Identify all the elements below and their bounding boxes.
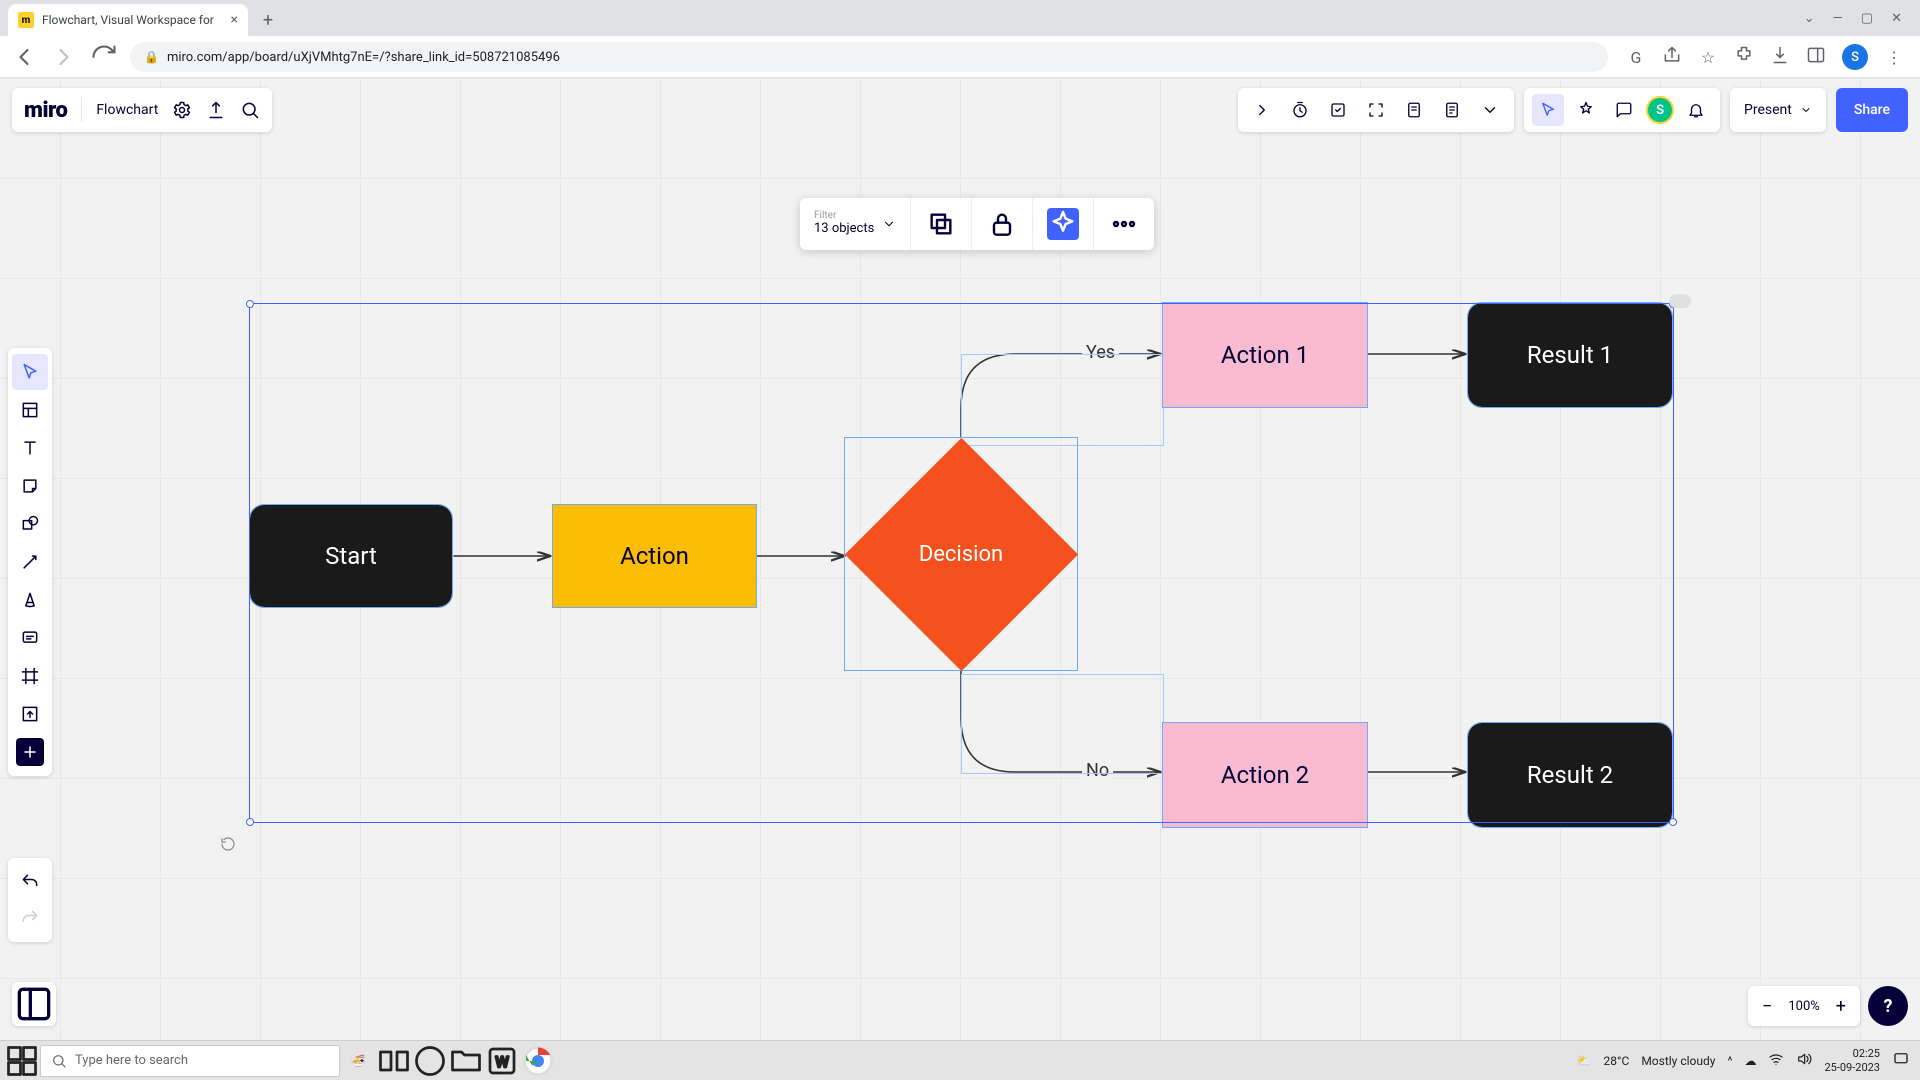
maximize-icon[interactable]: ▢ xyxy=(1861,11,1873,26)
close-window-icon[interactable]: ✕ xyxy=(1891,11,1902,26)
lock-icon: 🔒 xyxy=(144,50,159,64)
selection-handle-se[interactable] xyxy=(1669,818,1677,826)
tab-title: Flowchart, Visual Workspace for xyxy=(42,13,223,27)
taskbar-tray: ⛅ 28°C Mostly cloudy ^ ☁ 02:25 25-09-202… xyxy=(1577,1047,1916,1073)
share-page-icon[interactable] xyxy=(1662,45,1682,69)
tab-close-icon[interactable]: × xyxy=(231,12,238,28)
back-button[interactable] xyxy=(10,43,38,71)
tray-chevron-icon[interactable]: ^ xyxy=(1727,1054,1732,1068)
search-icon xyxy=(51,1053,67,1069)
svg-text:W: W xyxy=(495,1053,508,1071)
forward-button[interactable] xyxy=(50,43,78,71)
selection-handle-nw[interactable] xyxy=(246,300,254,308)
reload-button[interactable] xyxy=(90,43,118,71)
windows-taskbar: Type here to search 🍜 W ⛅ 28°C Mostly cl… xyxy=(0,1040,1920,1080)
selection-link-pill[interactable] xyxy=(1669,294,1691,308)
weather-temp[interactable]: 28°C xyxy=(1604,1054,1630,1068)
zoom-in-button[interactable]: + xyxy=(1830,996,1852,1017)
help-button[interactable]: ? xyxy=(1868,986,1908,1026)
browser-chrome: m Flowchart, Visual Workspace for × + ⌄ … xyxy=(0,0,1920,78)
browser-profile-avatar[interactable]: S xyxy=(1842,44,1868,70)
zoom-controls: − 100% + xyxy=(1748,986,1860,1026)
word-icon[interactable]: W xyxy=(484,1043,520,1079)
notifications-icon[interactable] xyxy=(1892,1050,1910,1071)
zoom-out-button[interactable]: − xyxy=(1756,996,1778,1017)
taskbar-news-icon[interactable]: 🍜 xyxy=(340,1043,376,1079)
downloads-icon[interactable] xyxy=(1770,45,1790,69)
start-menu-icon[interactable] xyxy=(4,1043,40,1079)
file-explorer-icon[interactable] xyxy=(448,1043,484,1079)
kebab-menu-icon[interactable]: ⋮ xyxy=(1884,48,1904,67)
chrome-icon[interactable] xyxy=(520,1043,556,1079)
chevron-down-icon[interactable]: ⌄ xyxy=(1804,11,1815,26)
tab-strip: m Flowchart, Visual Workspace for × + ⌄ … xyxy=(0,0,1920,36)
onedrive-icon[interactable]: ☁ xyxy=(1744,1054,1756,1068)
address-bar[interactable]: 🔒 miro.com/app/board/uXjVMhtg7nE=/?share… xyxy=(130,42,1608,72)
volume-icon[interactable] xyxy=(1796,1051,1812,1070)
wifi-icon[interactable] xyxy=(1768,1051,1784,1070)
rotate-handle-icon[interactable] xyxy=(220,836,236,852)
extensions-icon[interactable] xyxy=(1734,45,1754,69)
google-icon[interactable]: G xyxy=(1626,48,1646,67)
sidepanel-icon[interactable] xyxy=(1806,45,1826,69)
new-tab-button[interactable]: + xyxy=(254,6,282,34)
url-text: miro.com/app/board/uXjVMhtg7nE=/?share_l… xyxy=(167,50,560,65)
browser-tab[interactable]: m Flowchart, Visual Workspace for × xyxy=(8,4,248,36)
address-row: 🔒 miro.com/app/board/uXjVMhtg7nE=/?share… xyxy=(0,36,1920,78)
miro-app: miro Flowchart S Present Share xyxy=(0,78,1920,1040)
search-placeholder: Type here to search xyxy=(75,1053,188,1068)
selection-handle-sw[interactable] xyxy=(246,818,254,826)
window-controls: ⌄ — ▢ ✕ xyxy=(1786,0,1920,36)
weather-desc[interactable]: Mostly cloudy xyxy=(1641,1054,1715,1068)
zoom-level[interactable]: 100% xyxy=(1788,999,1819,1014)
weather-icon[interactable]: ⛅ xyxy=(1577,1054,1592,1068)
task-view-icon[interactable] xyxy=(376,1043,412,1079)
minimize-icon[interactable]: — xyxy=(1833,11,1843,26)
taskbar-search[interactable]: Type here to search xyxy=(40,1045,340,1077)
edge-browser-icon[interactable] xyxy=(412,1043,448,1079)
miro-favicon-icon: m xyxy=(18,12,34,28)
browser-action-icons: G ☆ S ⋮ xyxy=(1620,44,1910,70)
selection-bounding-box[interactable] xyxy=(249,303,1674,823)
canvas[interactable]: Yes No Start Action Decision Action 1 Ac… xyxy=(0,78,1920,1040)
bookmark-star-icon[interactable]: ☆ xyxy=(1698,48,1718,67)
taskbar-clock[interactable]: 02:25 25-09-2023 xyxy=(1824,1047,1880,1073)
